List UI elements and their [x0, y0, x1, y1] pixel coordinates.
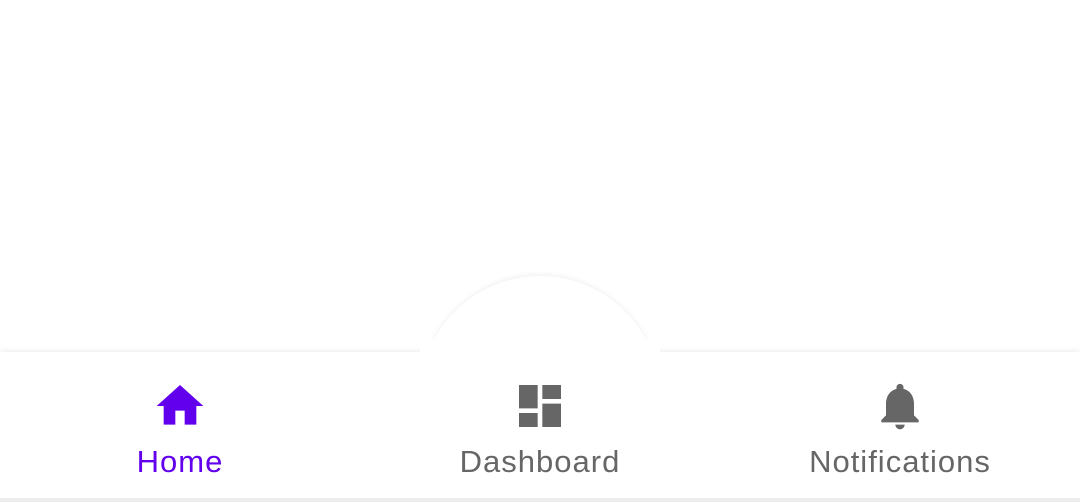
nav-label-notifications: Notifications — [809, 444, 991, 479]
nav-label-dashboard: Dashboard — [459, 444, 621, 479]
bottom-divider — [0, 498, 1080, 502]
dashboard-icon — [512, 378, 568, 434]
app-screen: Home Dashboard Notifications — [0, 0, 1080, 502]
nav-item-notifications[interactable]: Notifications — [720, 352, 1080, 498]
nav-bump-joint — [420, 340, 660, 360]
bottom-navigation: Home Dashboard Notifications — [0, 352, 1080, 498]
nav-item-home[interactable]: Home — [0, 352, 360, 498]
bell-icon — [872, 378, 928, 434]
nav-label-home: Home — [136, 444, 224, 479]
nav-item-dashboard[interactable]: Dashboard — [360, 352, 720, 498]
home-icon — [152, 378, 208, 434]
